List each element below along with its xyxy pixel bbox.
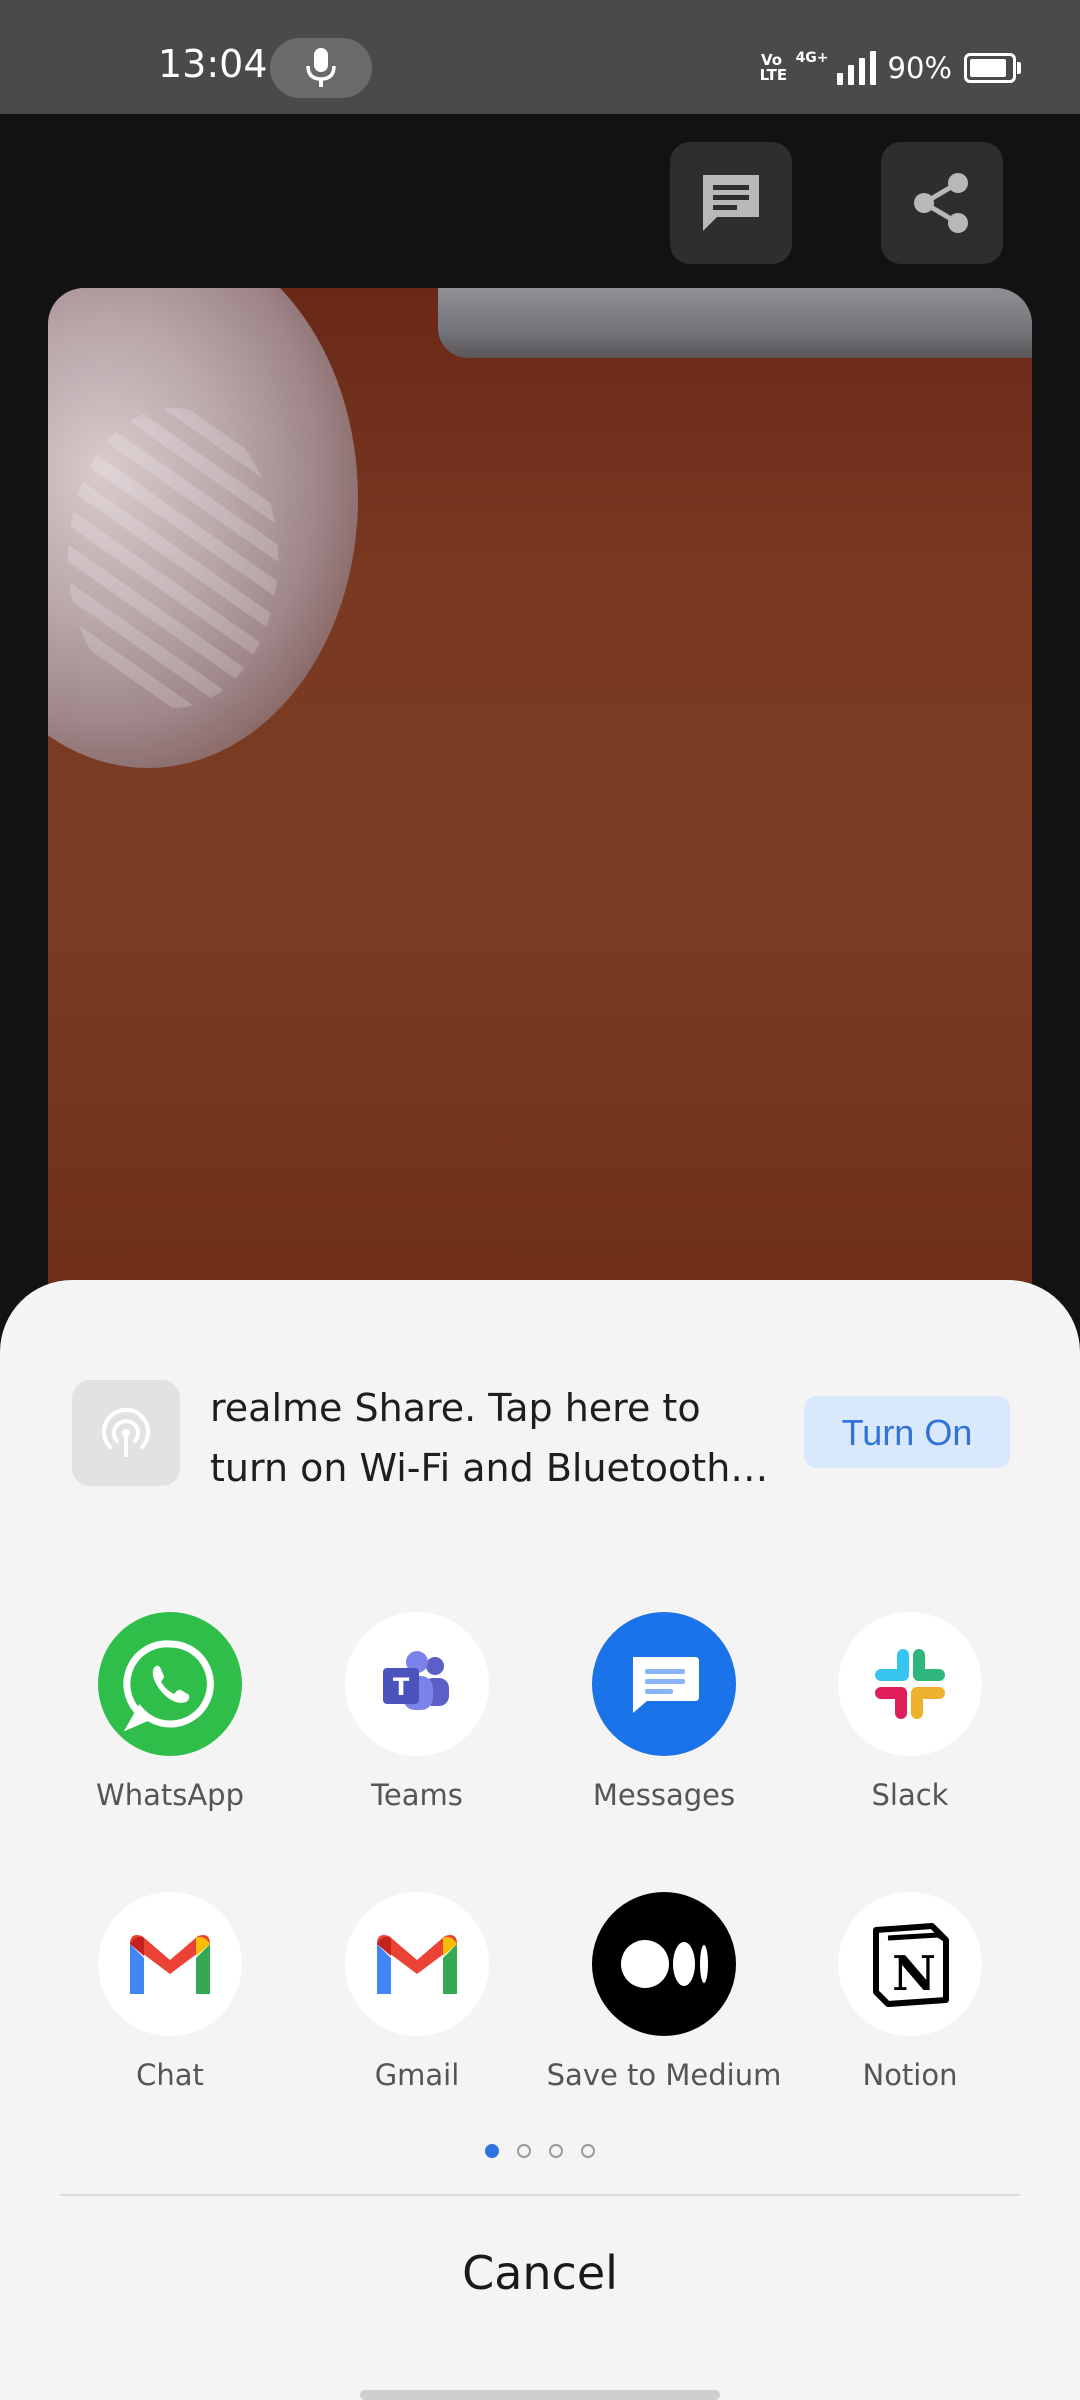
realme-share-text[interactable]: realme Share. Tap here to turn on Wi-Fi … xyxy=(210,1378,770,1498)
turn-on-button[interactable]: Turn On xyxy=(804,1396,1010,1468)
share-sheet: realme Share. Tap here to turn on Wi-Fi … xyxy=(0,1280,1080,2400)
divider xyxy=(60,2194,1020,2196)
app-label: Notion xyxy=(862,2058,958,2092)
cancel-button[interactable]: Cancel xyxy=(0,2246,1080,2300)
app-teams[interactable]: T Teams xyxy=(294,1612,540,1812)
app-medium[interactable]: Save to Medium xyxy=(541,1892,787,2092)
chat-icon xyxy=(98,1892,242,2036)
app-notion[interactable]: N Notion xyxy=(787,1892,1033,2092)
app-label: Teams xyxy=(371,1778,463,1812)
messages-icon xyxy=(592,1612,736,1756)
page-dot-active[interactable] xyxy=(485,2144,499,2158)
signal-strength-icon xyxy=(836,51,876,85)
app-slack[interactable]: Slack xyxy=(787,1612,1033,1812)
comment-button[interactable] xyxy=(670,142,792,264)
photo-preview[interactable] xyxy=(48,288,1032,1328)
svg-text:N: N xyxy=(892,1946,936,2002)
status-time: 13:04 xyxy=(158,42,268,86)
whatsapp-icon xyxy=(98,1612,242,1756)
medium-icon xyxy=(592,1892,736,2036)
battery-percent: 90% xyxy=(887,51,952,85)
home-indicator[interactable] xyxy=(360,2390,720,2400)
page-dot[interactable] xyxy=(581,2144,595,2158)
share-icon xyxy=(914,173,968,233)
status-indicators: Vo LTE 4G+ 90% xyxy=(759,40,1021,96)
svg-text:T: T xyxy=(393,1673,410,1701)
app-label: Slack xyxy=(871,1778,949,1812)
app-label: WhatsApp xyxy=(96,1778,244,1812)
status-bar: 13:04 Vo LTE 4G+ 90% xyxy=(0,0,1080,114)
app-label: Save to Medium xyxy=(546,2058,782,2092)
microphone-icon xyxy=(306,48,336,87)
comment-icon xyxy=(703,175,759,231)
photo-glass-highlight xyxy=(68,408,278,708)
page-dot[interactable] xyxy=(517,2144,531,2158)
app-whatsapp[interactable]: WhatsApp xyxy=(47,1612,293,1812)
app-gmail[interactable]: Gmail xyxy=(294,1892,540,2092)
battery-icon xyxy=(964,53,1021,83)
app-chat[interactable]: Chat xyxy=(47,1892,293,2092)
battery-fill xyxy=(970,59,1006,77)
volte-indicator: Vo LTE xyxy=(759,51,788,84)
network-type: 4G+ xyxy=(795,50,829,66)
realme-share-icon-box[interactable] xyxy=(72,1380,180,1486)
app-label: Messages xyxy=(592,1778,736,1812)
slack-icon xyxy=(838,1612,982,1756)
photo-laptop-edge xyxy=(438,288,1032,358)
screen: 13:04 Vo LTE 4G+ 90% realme Share. Tap h… xyxy=(0,0,1080,2400)
gmail-icon xyxy=(345,1892,489,2036)
airdrop-icon xyxy=(102,1407,150,1457)
mic-indicator[interactable] xyxy=(270,38,372,98)
share-button[interactable] xyxy=(881,142,1003,264)
page-dot[interactable] xyxy=(549,2144,563,2158)
app-messages[interactable]: Messages xyxy=(541,1612,787,1812)
teams-icon: T xyxy=(345,1612,489,1756)
page-indicator xyxy=(0,2144,1080,2158)
app-label: Chat xyxy=(136,2058,204,2092)
app-label: Gmail xyxy=(374,2058,460,2092)
notion-icon: N xyxy=(838,1892,982,2036)
